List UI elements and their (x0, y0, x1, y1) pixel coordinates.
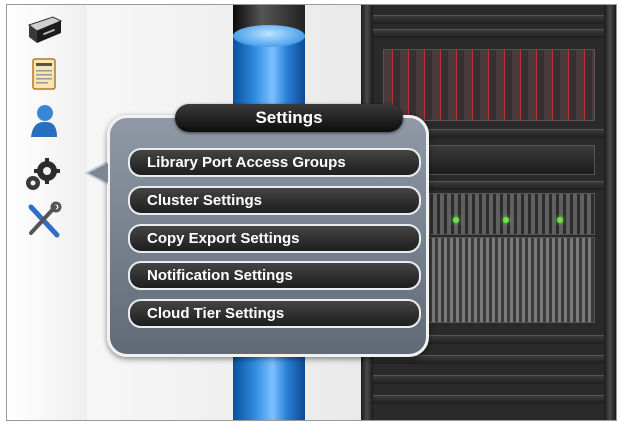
cloud-tier-settings-button[interactable]: Cloud Tier Settings (128, 299, 421, 328)
gears-icon (23, 157, 63, 193)
library-icon (23, 13, 63, 47)
status-led (557, 217, 563, 223)
status-led (453, 217, 459, 223)
library-port-access-groups-button[interactable]: Library Port Access Groups (128, 148, 421, 177)
rack-slat (373, 395, 604, 404)
copy-export-settings-button[interactable]: Copy Export Settings (128, 224, 421, 253)
disk-drawer (383, 49, 595, 121)
cluster-settings-button[interactable]: Cluster Settings (128, 186, 421, 215)
rack-slat (373, 29, 604, 38)
popup-pointer-inner (88, 163, 108, 183)
left-nav (7, 5, 87, 420)
user-nav-item[interactable] (23, 101, 63, 137)
user-icon (23, 101, 63, 141)
tools-icon (23, 201, 63, 241)
rack-slat (373, 375, 604, 384)
rack-rail-right (604, 5, 616, 420)
blue-cylinder-cap (233, 25, 305, 47)
status-led (503, 217, 509, 223)
popup-title: Settings (175, 104, 403, 132)
app-window: Settings Library Port Access Groups Clus… (6, 4, 617, 421)
settings-nav-item[interactable] (23, 157, 63, 193)
rack-slat (373, 15, 604, 24)
notification-settings-button[interactable]: Notification Settings (128, 261, 421, 290)
policies-icon (23, 57, 63, 93)
tools-nav-item[interactable] (23, 201, 63, 238)
library-nav-item[interactable] (23, 13, 63, 49)
policies-nav-item[interactable] (23, 57, 63, 93)
